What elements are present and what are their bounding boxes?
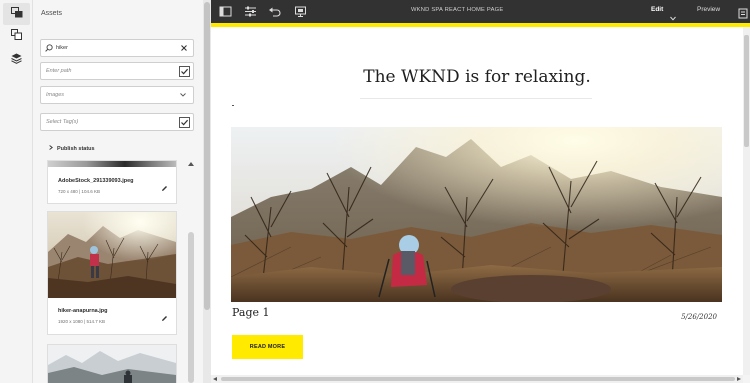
card-title[interactable]: Page 1 bbox=[232, 306, 270, 319]
canvas-vertical-scrollbar[interactable] bbox=[743, 27, 750, 375]
headline[interactable]: The WKND is for relaxing. bbox=[211, 67, 743, 87]
edit-icon[interactable] bbox=[161, 309, 168, 321]
publish-status-toggle[interactable]: Publish status bbox=[49, 145, 95, 152]
path-field[interactable]: Enter path bbox=[40, 62, 194, 80]
canvas-horizontal-scrollbar[interactable] bbox=[211, 375, 743, 383]
side-rail bbox=[0, 0, 33, 383]
scroll-right-icon[interactable] bbox=[737, 377, 741, 381]
preview-button[interactable]: Preview bbox=[697, 6, 720, 13]
asset-thumbnail bbox=[48, 212, 176, 298]
side-panel-toggle-icon[interactable] bbox=[219, 5, 232, 18]
assets-panel: Assets hiker Enter path Images Select Ta… bbox=[33, 0, 211, 383]
search-icon bbox=[45, 44, 53, 54]
tag-field[interactable]: Select Tag(s) bbox=[40, 113, 194, 131]
separator-mark bbox=[232, 105, 234, 106]
asset-thumbnail bbox=[48, 345, 176, 383]
asset-finder-icon bbox=[10, 5, 23, 23]
asset-name: AdobeStock_291339093.jpeg bbox=[58, 178, 134, 184]
emulator-icon[interactable] bbox=[294, 5, 307, 18]
panel-scroll-thumb[interactable] bbox=[204, 2, 210, 310]
asset-card[interactable]: AdobeStock_291339093.jpeg 720 x 480 | 10… bbox=[47, 160, 177, 204]
close-icon[interactable] bbox=[181, 45, 187, 53]
asset-name: hiker-anapurna.jpg bbox=[58, 308, 108, 314]
hero-image[interactable] bbox=[231, 127, 722, 302]
asset-finder-button[interactable] bbox=[3, 3, 30, 25]
properties-icon[interactable] bbox=[244, 5, 257, 18]
chevron-down-icon bbox=[180, 93, 186, 99]
content-tree-icon bbox=[11, 51, 22, 69]
scroll-up-icon[interactable] bbox=[188, 162, 194, 166]
asset-list-scrollbar[interactable] bbox=[187, 160, 195, 383]
headline-divider bbox=[360, 98, 592, 99]
editor-window: Assets hiker Enter path Images Select Ta… bbox=[0, 0, 750, 383]
asset-card[interactable] bbox=[47, 344, 177, 383]
mode-selector[interactable]: Edit bbox=[651, 6, 663, 13]
card-date: 5/26/2020 bbox=[681, 313, 717, 321]
canvas-vertical-scroll-thumb[interactable] bbox=[744, 35, 749, 147]
asset-card[interactable]: hiker-anapurna.jpg 1920 x 1080 | 514.7 K… bbox=[47, 211, 177, 335]
content-tree-button[interactable] bbox=[3, 49, 30, 71]
chevron-down-icon[interactable] bbox=[670, 8, 676, 21]
edit-icon[interactable] bbox=[161, 179, 168, 191]
search-field[interactable]: hiker bbox=[40, 39, 194, 57]
asset-thumbnail bbox=[48, 161, 176, 167]
panel-scrollbar[interactable] bbox=[203, 0, 211, 383]
chevron-right-icon bbox=[49, 145, 53, 152]
path-input[interactable]: Enter path bbox=[41, 68, 71, 74]
publish-status-label: Publish status bbox=[57, 145, 95, 152]
tag-input[interactable]: Select Tag(s) bbox=[41, 119, 78, 125]
read-more-button[interactable]: READ MORE bbox=[232, 335, 303, 359]
editor-toolbar: WKND SPA REACT HOME PAGE Edit Preview bbox=[211, 0, 750, 23]
asset-type-select[interactable]: Images bbox=[40, 86, 194, 104]
canvas-horizontal-scroll-thumb[interactable] bbox=[221, 377, 735, 381]
panel-title: Assets bbox=[41, 10, 63, 17]
scroll-left-icon[interactable] bbox=[213, 377, 217, 381]
components-button[interactable] bbox=[3, 25, 30, 47]
path-picker-icon[interactable] bbox=[179, 66, 190, 77]
tag-picker-icon[interactable] bbox=[179, 117, 190, 128]
page-canvas: The WKND is for relaxing. Page 1 5/26/20… bbox=[211, 27, 743, 375]
page-title: WKND SPA REACT HOME PAGE bbox=[411, 7, 504, 13]
asset-list-scroll-thumb[interactable] bbox=[188, 232, 194, 383]
components-icon bbox=[11, 27, 22, 45]
page-information-icon[interactable] bbox=[738, 6, 748, 19]
undo-icon[interactable] bbox=[268, 5, 281, 18]
asset-meta: 1920 x 1080 | 514.7 KB bbox=[58, 319, 105, 324]
asset-type-value: Images bbox=[46, 92, 65, 98]
asset-meta: 720 x 480 | 104.6 KB bbox=[58, 189, 100, 194]
